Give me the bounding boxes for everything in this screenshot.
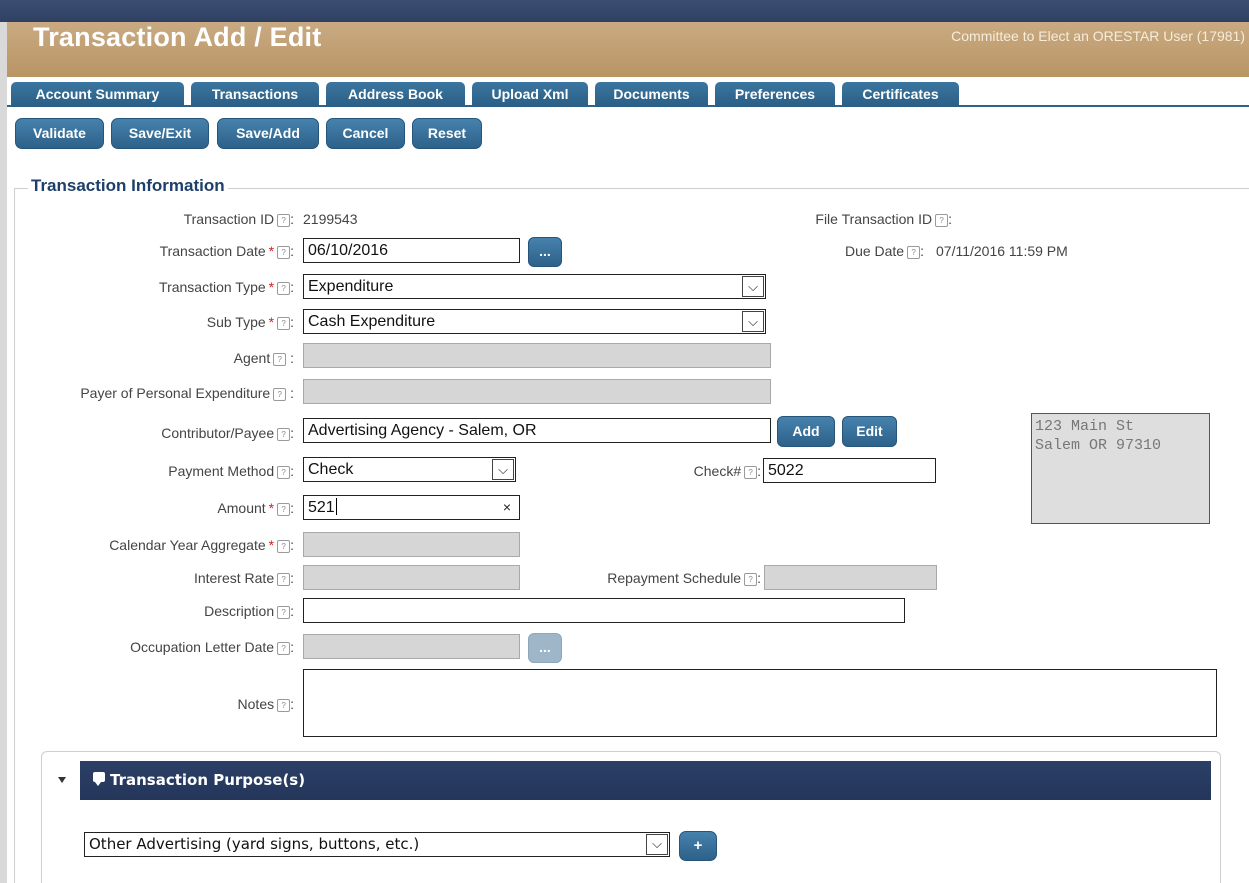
help-icon[interactable]: ? <box>273 388 287 401</box>
contributor-input[interactable]: Advertising Agency - Salem, OR <box>303 418 771 443</box>
validate-button[interactable]: Validate <box>15 118 104 149</box>
reset-button[interactable]: Reset <box>412 118 482 149</box>
repayment-input <box>764 565 937 590</box>
tab-documents[interactable]: Documents <box>595 82 708 107</box>
due-date-label: Due Date?: <box>844 243 924 259</box>
tab-account-summary[interactable]: Account Summary <box>11 82 184 107</box>
occupation-calendar-button: ... <box>528 633 562 663</box>
purpose-panel-title: Transaction Purpose(s) <box>110 771 306 789</box>
add-contributor-button[interactable]: Add <box>777 416 835 447</box>
payer-label: Payer of Personal Expenditure? : <box>80 385 294 401</box>
help-icon[interactable]: ? <box>907 246 921 259</box>
save-exit-button[interactable]: Save/Exit <box>111 118 209 149</box>
address-box: 123 Main St Salem OR 97310 <box>1031 413 1210 524</box>
collapse-caret-icon[interactable] <box>58 777 66 783</box>
chevron-down-icon[interactable]: ⌵ <box>742 311 764 332</box>
cancel-button[interactable]: Cancel <box>326 118 405 149</box>
help-icon[interactable]: ? <box>277 214 291 227</box>
help-icon[interactable]: ? <box>935 214 949 227</box>
help-icon[interactable]: ? <box>277 503 291 516</box>
amount-label: Amount *?: <box>217 500 294 516</box>
check-number-input[interactable]: 5022 <box>763 458 936 483</box>
help-icon[interactable]: ? <box>277 642 291 655</box>
help-icon[interactable]: ? <box>277 428 291 441</box>
amount-input[interactable]: 521 × <box>303 495 520 520</box>
help-icon[interactable]: ? <box>277 699 291 712</box>
transaction-id-label: Transaction ID?: <box>183 211 294 227</box>
help-icon[interactable]: ? <box>277 540 291 553</box>
page-title: Transaction Add / Edit <box>33 22 322 52</box>
help-icon[interactable]: ? <box>277 466 291 479</box>
help-icon[interactable]: ? <box>277 606 291 619</box>
notes-textarea[interactable] <box>303 669 1217 737</box>
payment-method-select[interactable]: Check ⌵ <box>303 457 516 482</box>
top-strip <box>0 0 1249 22</box>
tab-transactions[interactable]: Transactions <box>191 82 319 107</box>
transaction-date-label: Transaction Date *?: <box>159 243 294 259</box>
aggregate-label: Calendar Year Aggregate *?: <box>109 537 294 553</box>
transaction-type-label: Transaction Type *?: <box>159 279 294 295</box>
sub-type-label: Sub Type *?: <box>206 314 294 330</box>
repayment-label: Repayment Schedule?: <box>607 570 761 586</box>
calendar-button[interactable]: ... <box>528 237 562 267</box>
description-input[interactable] <box>303 598 905 623</box>
add-purpose-button[interactable]: + <box>679 831 717 861</box>
tab-upload-xml[interactable]: Upload Xml <box>472 82 588 107</box>
contributor-label: Contributor/Payee?: <box>161 425 294 441</box>
purpose-select[interactable]: Other Advertising (yard signs, buttons, … <box>84 832 670 857</box>
address-line2: Salem OR 97310 <box>1035 437 1162 454</box>
description-label: Description?: <box>204 603 294 619</box>
help-icon[interactable]: ? <box>273 353 287 366</box>
chevron-down-icon[interactable]: ⌵ <box>742 276 764 297</box>
interest-rate-input <box>303 565 520 590</box>
help-icon[interactable]: ? <box>277 246 291 259</box>
tab-preferences[interactable]: Preferences <box>715 82 835 107</box>
clear-icon[interactable]: × <box>503 496 511 519</box>
section-title: Transaction Information <box>28 176 228 196</box>
edit-contributor-button[interactable]: Edit <box>842 416 897 447</box>
due-date-value: 07/11/2016 11:59 PM <box>936 243 1068 259</box>
left-edge <box>0 22 7 883</box>
occupation-date-input <box>303 634 520 659</box>
comment-icon <box>93 772 105 786</box>
notes-label: Notes?: <box>237 696 294 712</box>
sub-type-select[interactable]: Cash Expenditure ⌵ <box>303 309 766 334</box>
help-icon[interactable]: ? <box>277 317 291 330</box>
chevron-down-icon[interactable]: ⌵ <box>492 459 514 480</box>
agent-label: Agent? : <box>233 350 294 366</box>
agent-input <box>303 343 771 368</box>
help-icon[interactable]: ? <box>744 466 758 479</box>
transaction-date-input[interactable]: 06/10/2016 <box>303 238 520 263</box>
address-line1: 123 Main St <box>1035 418 1135 435</box>
interest-rate-label: Interest Rate?: <box>193 570 294 586</box>
save-add-button[interactable]: Save/Add <box>217 118 319 149</box>
occupation-date-label: Occupation Letter Date?: <box>130 639 294 655</box>
chevron-down-icon[interactable]: ⌵ <box>646 834 668 855</box>
tab-certificates[interactable]: Certificates <box>842 82 959 107</box>
committee-name: Committee to Elect an ORESTAR User (1798… <box>951 28 1245 44</box>
file-transaction-id-label: File Transaction ID?: <box>815 211 952 227</box>
help-icon[interactable]: ? <box>744 573 758 586</box>
payer-input <box>303 379 771 404</box>
transaction-id-value: 2199543 <box>303 211 358 227</box>
help-icon[interactable]: ? <box>277 573 291 586</box>
aggregate-input <box>303 532 520 557</box>
payment-method-label: Payment Method?: <box>168 463 294 479</box>
help-icon[interactable]: ? <box>277 282 291 295</box>
check-number-label: Check#?: <box>693 463 761 479</box>
transaction-type-select[interactable]: Expenditure ⌵ <box>303 274 766 299</box>
tab-address-book[interactable]: Address Book <box>326 82 465 107</box>
